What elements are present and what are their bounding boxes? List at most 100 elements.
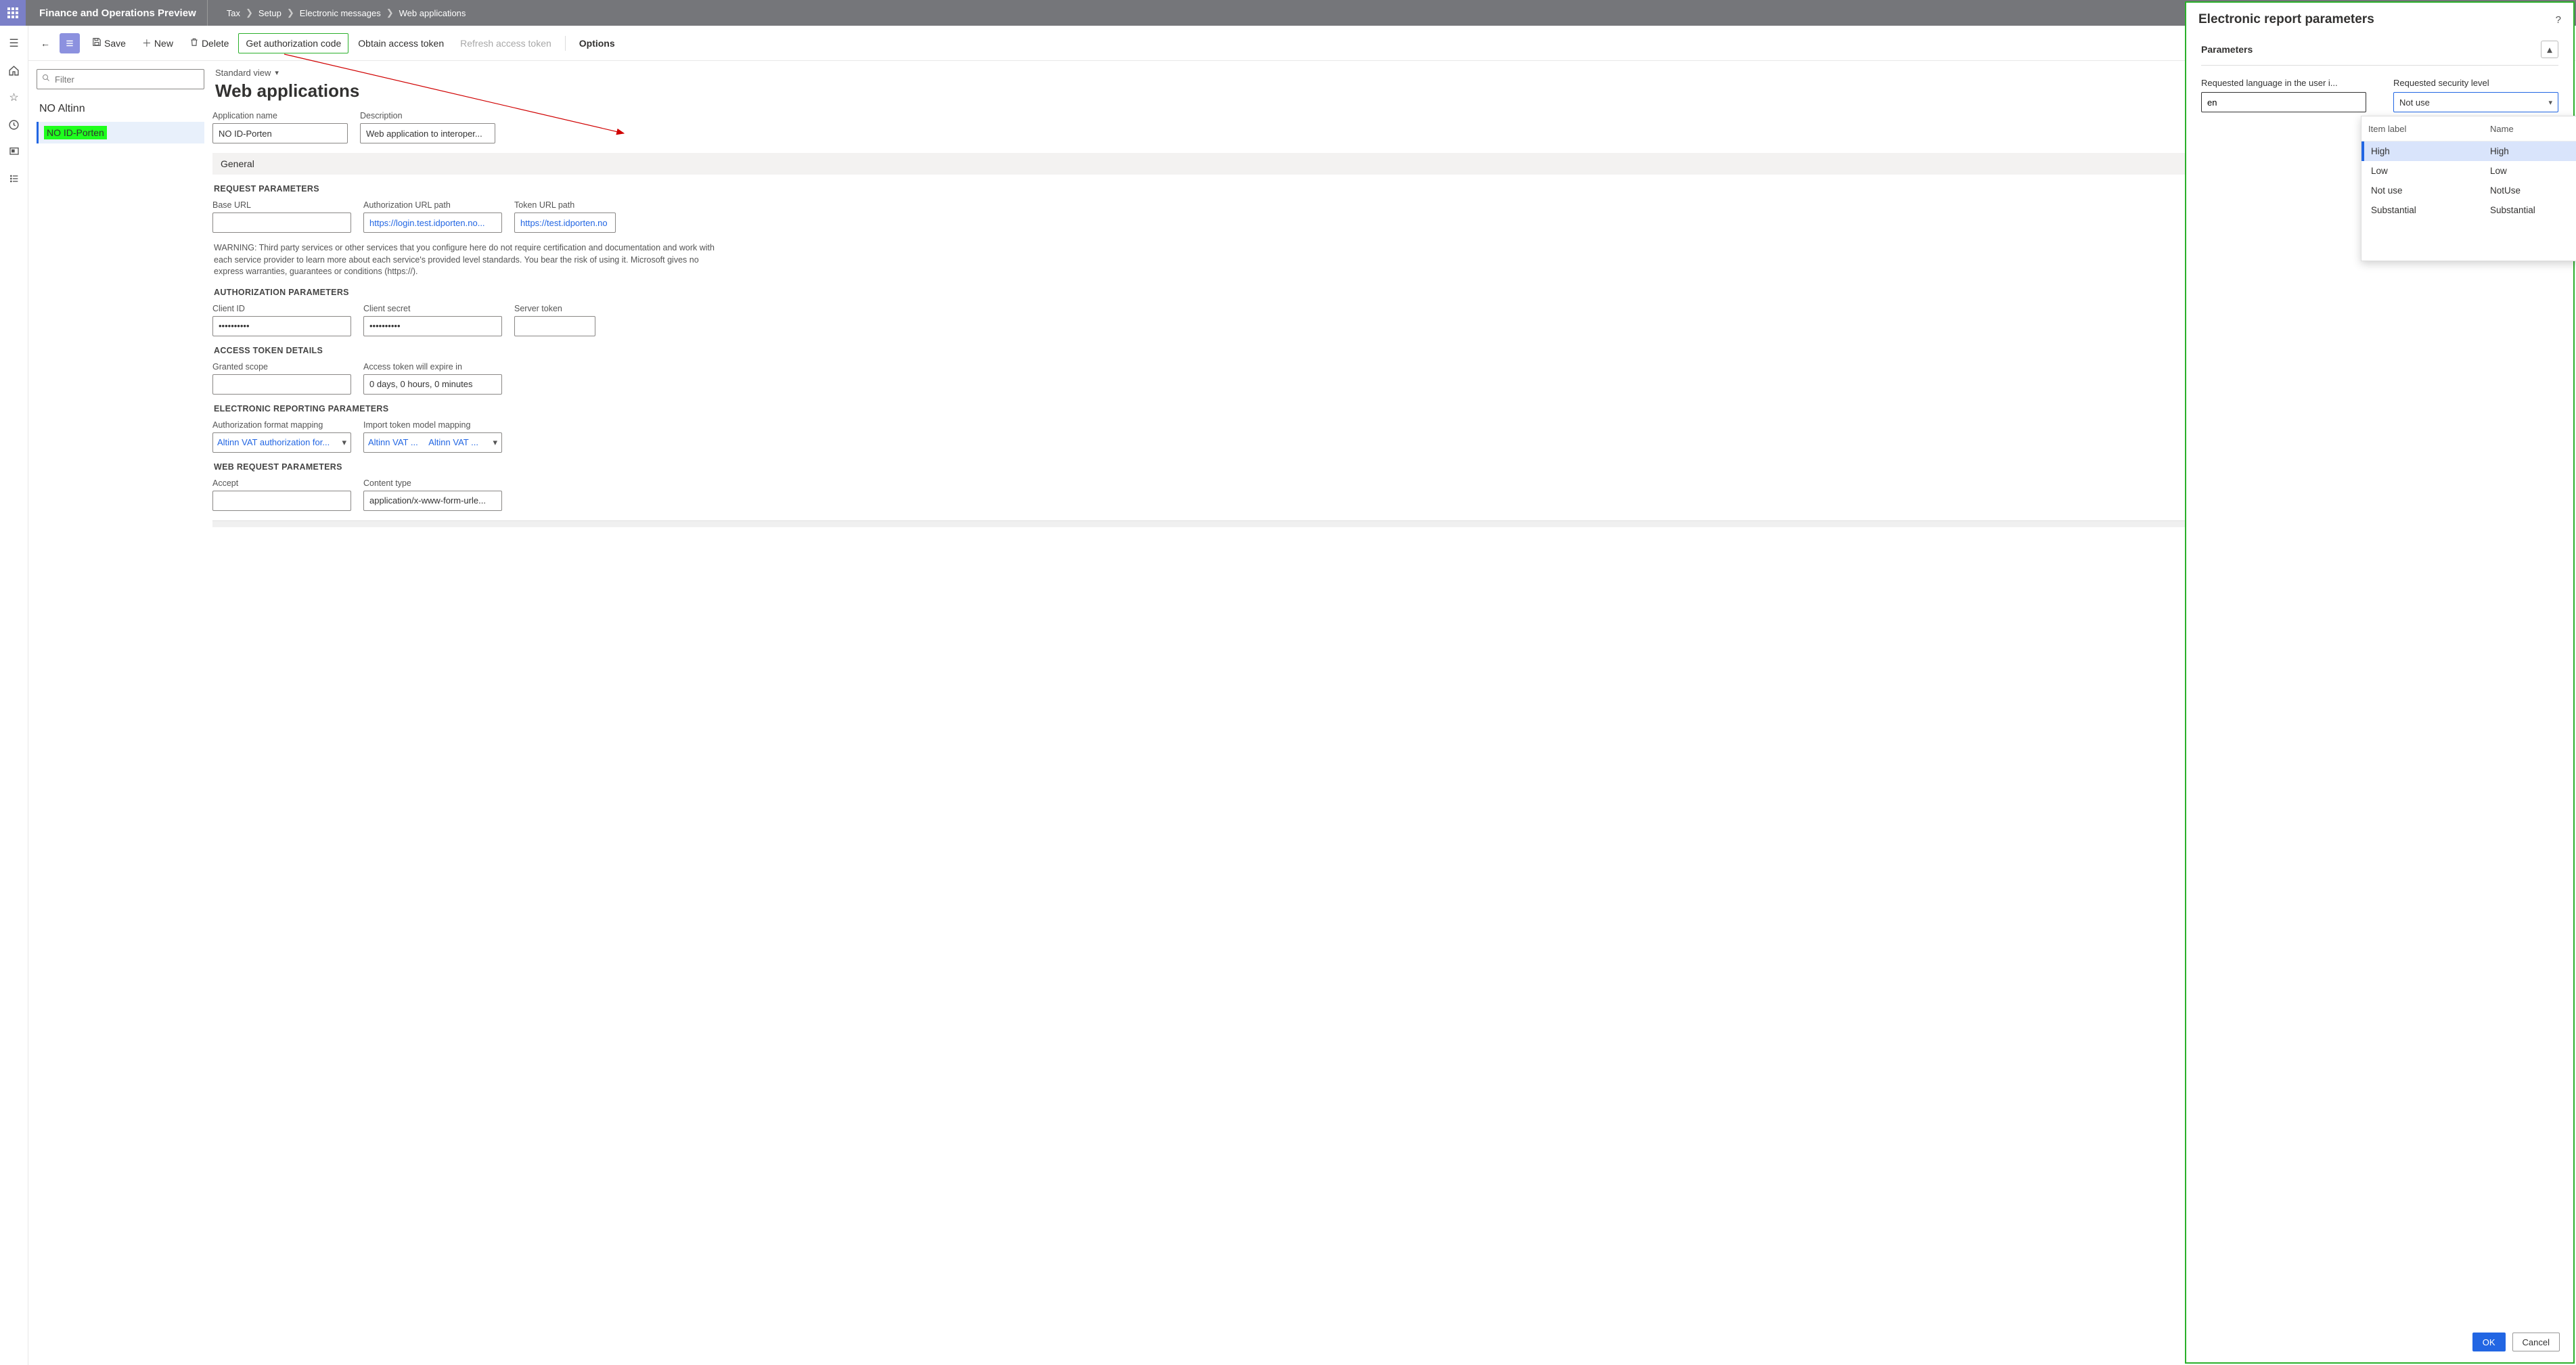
- security-level-value: Not use: [2399, 97, 2548, 108]
- workspace-icon[interactable]: [7, 145, 21, 158]
- filter-input[interactable]: [37, 69, 204, 89]
- chevron-up-icon: ▴: [2547, 44, 2552, 55]
- option-name: Low: [2490, 166, 2507, 176]
- dropdown-option[interactable]: Low Low: [2362, 161, 2576, 181]
- collapse-button[interactable]: ▴: [2541, 41, 2558, 58]
- waffle-icon[interactable]: [0, 0, 26, 26]
- option-label: Substantial: [2371, 205, 2490, 215]
- expire-label: Access token will expire in: [363, 362, 502, 372]
- options-button[interactable]: Options: [572, 34, 622, 53]
- new-button[interactable]: ＋ New: [135, 32, 180, 54]
- auth-url-input[interactable]: [363, 212, 502, 233]
- accept-input[interactable]: [212, 491, 351, 511]
- option-label: Not use: [2371, 185, 2490, 196]
- description-input[interactable]: [360, 123, 495, 143]
- auth-url-label: Authorization URL path: [363, 200, 502, 210]
- refresh-token-label: Refresh access token: [460, 38, 551, 49]
- breadcrumb: Tax ❯ Setup ❯ Electronic messages ❯ Web …: [208, 7, 466, 18]
- server-token-label: Server token: [514, 304, 595, 313]
- import-map-label: Import token model mapping: [363, 420, 502, 430]
- refresh-access-token-button: Refresh access token: [453, 34, 558, 53]
- dropdown-col-item-label: Item label: [2368, 124, 2490, 134]
- description-label: Description: [360, 111, 495, 120]
- base-url-input[interactable]: [212, 212, 351, 233]
- option-name: NotUse: [2490, 185, 2521, 196]
- ok-label: OK: [2483, 1337, 2495, 1347]
- token-url-input[interactable]: [514, 212, 616, 233]
- client-id-input[interactable]: [212, 316, 351, 336]
- requested-language-input[interactable]: [2201, 92, 2366, 112]
- expire-input[interactable]: [363, 374, 502, 395]
- home-icon[interactable]: [7, 64, 21, 77]
- cancel-button[interactable]: Cancel: [2512, 1333, 2560, 1351]
- save-label: Save: [104, 38, 126, 49]
- dropdown-col-name: Name: [2490, 124, 2576, 134]
- auth-fmt-select[interactable]: Altinn VAT authorization for... ▾: [212, 432, 351, 453]
- token-url-label: Token URL path: [514, 200, 616, 210]
- option-name: High: [2490, 146, 2509, 156]
- back-button[interactable]: ←: [34, 34, 57, 53]
- chevron-right-icon: ❯: [287, 7, 294, 18]
- requested-security-level-combo[interactable]: Not use ▾: [2393, 92, 2558, 112]
- separator: [565, 36, 566, 51]
- get-authorization-code-button[interactable]: Get authorization code: [238, 33, 348, 53]
- content-type-label: Content type: [363, 478, 502, 488]
- help-icon[interactable]: ?: [2556, 14, 2561, 26]
- plus-icon: ＋: [142, 37, 152, 50]
- flyout-title: Electronic report parameters: [2198, 12, 2374, 27]
- dropdown-option[interactable]: Not use NotUse: [2362, 181, 2576, 200]
- save-button[interactable]: Save: [85, 33, 133, 53]
- app-name-label: Application name: [212, 111, 348, 120]
- cancel-label: Cancel: [2523, 1337, 2550, 1347]
- client-secret-label: Client secret: [363, 304, 502, 313]
- save-icon: [92, 37, 101, 49]
- hamburger-icon[interactable]: ☰: [7, 37, 21, 50]
- list-icon[interactable]: [7, 172, 21, 185]
- client-secret-input[interactable]: [363, 316, 502, 336]
- options-label: Options: [579, 38, 615, 49]
- view-label: Standard view: [215, 68, 271, 78]
- auth-fmt-label: Authorization format mapping: [212, 420, 351, 430]
- list-item[interactable]: NO ID-Porten: [37, 122, 204, 143]
- import-map-value-a: Altinn VAT ...: [368, 437, 418, 447]
- dropdown-option[interactable]: Substantial Substantial: [2362, 200, 2576, 220]
- obtain-access-token-button[interactable]: Obtain access token: [351, 34, 451, 53]
- search-icon: [42, 74, 50, 84]
- import-map-value-b: Altinn VAT ...: [428, 437, 478, 447]
- chevron-right-icon: ❯: [386, 7, 394, 18]
- star-icon[interactable]: ☆: [7, 91, 21, 104]
- base-url-label: Base URL: [212, 200, 351, 210]
- clock-icon[interactable]: [7, 118, 21, 131]
- breadcrumb-item[interactable]: Tax: [227, 8, 240, 18]
- content-type-input[interactable]: [363, 491, 502, 511]
- import-map-select[interactable]: Altinn VAT ... Altinn VAT ... ▾: [363, 432, 502, 453]
- granted-scope-label: Granted scope: [212, 362, 351, 372]
- server-token-input[interactable]: [514, 316, 595, 336]
- breadcrumb-item[interactable]: Setup: [258, 8, 281, 18]
- obtain-token-label: Obtain access token: [358, 38, 444, 49]
- accept-label: Accept: [212, 478, 351, 488]
- flyout-dialog: Electronic report parameters ? Parameter…: [2185, 1, 2575, 1364]
- nav-rail: ☰ ☆: [0, 26, 28, 1365]
- breadcrumb-item[interactable]: Electronic messages: [300, 8, 381, 18]
- option-name: Substantial: [2490, 205, 2535, 215]
- delete-button[interactable]: Delete: [183, 33, 235, 53]
- chevron-down-icon: ▾: [2548, 98, 2552, 107]
- client-id-label: Client ID: [212, 304, 351, 313]
- breadcrumb-item[interactable]: Web applications: [399, 8, 466, 18]
- get-auth-label: Get authorization code: [246, 38, 341, 49]
- delete-label: Delete: [202, 38, 229, 49]
- list-item-label: NO ID-Porten: [44, 126, 107, 139]
- app-name-input[interactable]: [212, 123, 348, 143]
- security-level-dropdown: Item label Name ⋮ High High Low Low: [2361, 116, 2576, 261]
- auth-fmt-value: Altinn VAT authorization for...: [217, 437, 330, 447]
- chevron-down-icon: ▾: [338, 437, 346, 448]
- dropdown-option[interactable]: High High: [2362, 141, 2576, 161]
- ok-button[interactable]: OK: [2472, 1333, 2506, 1351]
- edit-mode-button[interactable]: [60, 33, 80, 53]
- granted-scope-input[interactable]: [212, 374, 351, 395]
- chevron-down-icon: ▾: [275, 68, 279, 77]
- trash-icon: [189, 37, 199, 49]
- warning-text: WARNING: Third party services or other s…: [214, 242, 728, 278]
- requested-security-level-label: Requested security level: [2393, 78, 2558, 88]
